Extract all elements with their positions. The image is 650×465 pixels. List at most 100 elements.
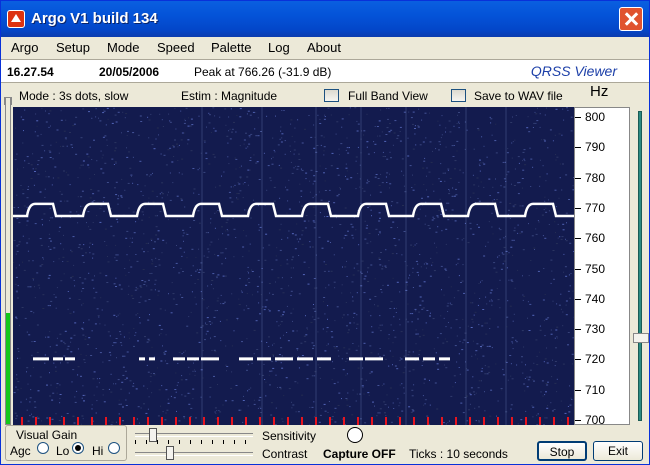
noise-streak xyxy=(405,107,407,425)
signal-dot-720 xyxy=(297,357,313,361)
time-marker xyxy=(357,417,359,425)
time-marker xyxy=(133,417,135,425)
signal-dot-720 xyxy=(53,357,63,361)
visual-gain-group: Visual Gain Agc Lo Hi xyxy=(5,425,127,461)
signal-dot-720 xyxy=(349,357,363,361)
scale-tick-label: 730 xyxy=(585,322,606,337)
time-marker xyxy=(35,417,37,425)
exit-button[interactable]: Exit xyxy=(593,441,643,461)
menu-mode[interactable]: Mode xyxy=(107,40,140,55)
scale-tick-label: 790 xyxy=(585,140,606,155)
app-window: Argo V1 build 134 Argo Setup Mode Speed … xyxy=(0,0,650,465)
signal-dot-720 xyxy=(149,357,155,361)
time-marker xyxy=(301,417,303,425)
scale-tick-mark xyxy=(575,177,581,179)
time-marker xyxy=(427,417,429,425)
unit-label: Hz xyxy=(590,83,609,100)
status-line: 16.27.54 20/05/2006 Peak at 766.26 (-31.… xyxy=(1,59,649,83)
scale-tick-mark xyxy=(575,389,581,391)
time-marker xyxy=(147,417,149,425)
time-marker xyxy=(77,417,79,425)
time-marker xyxy=(63,417,65,425)
signal-dot-720 xyxy=(33,357,49,361)
noise-streak xyxy=(360,107,362,425)
scale-tick-label: 780 xyxy=(585,170,606,185)
lo-label: Lo xyxy=(56,444,70,458)
save-wav-label: Save to WAV file xyxy=(474,89,563,103)
close-button[interactable] xyxy=(619,7,643,31)
scale-tick-mark xyxy=(575,359,581,361)
time-marker xyxy=(91,417,93,425)
time-marker xyxy=(413,417,415,425)
save-wav-checkbox[interactable] xyxy=(451,89,466,102)
vertical-slider-track[interactable] xyxy=(638,111,642,421)
time-marker xyxy=(553,417,555,425)
contrast-slider-thumb[interactable] xyxy=(166,446,174,460)
time-marker xyxy=(567,417,569,425)
time-marker xyxy=(539,417,541,425)
time-marker xyxy=(273,417,275,425)
time-marker xyxy=(119,417,121,425)
scale-tick-mark xyxy=(575,329,581,331)
signal-dot-720 xyxy=(187,357,199,361)
title-bar[interactable]: Argo V1 build 134 xyxy=(1,1,649,37)
menu-setup[interactable]: Setup xyxy=(56,40,90,55)
time-marker xyxy=(189,417,191,425)
time-marker xyxy=(399,417,401,425)
signal-dot-720 xyxy=(365,357,383,361)
app-logo-icon xyxy=(7,10,25,28)
menu-about[interactable]: About xyxy=(307,40,341,55)
signal-dot-720 xyxy=(275,357,293,361)
peak-readout: Peak at 766.26 (-31.9 dB) xyxy=(194,65,332,79)
signal-dot-720 xyxy=(257,357,271,361)
mode-label: Mode : 3s dots, slow xyxy=(19,89,129,103)
scale-tick-mark xyxy=(575,238,581,240)
time-marker xyxy=(455,417,457,425)
time-marker xyxy=(343,417,345,425)
hi-radio[interactable] xyxy=(108,442,120,454)
ticks-label: Ticks : 10 seconds xyxy=(409,447,508,461)
agc-label: Agc xyxy=(10,444,31,458)
waterfall-canvas xyxy=(13,107,574,425)
app-name-label: QRSS Viewer xyxy=(530,63,617,79)
scale-tick-label: 760 xyxy=(585,231,606,246)
time-marker xyxy=(231,417,233,425)
menu-palette[interactable]: Palette xyxy=(211,40,251,55)
full-band-view-label: Full Band View xyxy=(348,89,428,103)
waterfall-background xyxy=(13,107,574,425)
menu-log[interactable]: Log xyxy=(268,40,290,55)
signal-dot-720 xyxy=(239,357,253,361)
date-readout: 20/05/2006 xyxy=(99,65,160,79)
frequency-scale: 800 790 780 770 760 750 740 730 720 710 700 xyxy=(574,107,630,427)
contrast-slider-track[interactable] xyxy=(135,452,253,456)
time-marker xyxy=(161,417,163,425)
signal-dot-720 xyxy=(173,357,185,361)
scale-tick-mark xyxy=(575,207,581,209)
agc-radio[interactable] xyxy=(37,442,49,454)
noise-streak xyxy=(505,107,507,425)
time-marker xyxy=(469,417,471,425)
time-marker xyxy=(105,417,107,425)
menu-speed[interactable]: Speed xyxy=(157,40,195,55)
waterfall-display[interactable] xyxy=(13,107,574,425)
stop-button[interactable]: Stop xyxy=(537,441,587,461)
lo-radio[interactable] xyxy=(72,442,84,454)
sensitivity-knob[interactable] xyxy=(347,427,363,443)
control-bar: Visual Gain Agc Lo Hi Sensitivity Contra… xyxy=(1,425,649,465)
hi-label: Hi xyxy=(92,444,104,458)
time-marker xyxy=(371,417,373,425)
time-marker xyxy=(483,417,485,425)
menu-argo[interactable]: Argo xyxy=(11,40,38,55)
time-marker xyxy=(511,417,513,425)
level-meter xyxy=(5,97,11,425)
full-band-view-checkbox[interactable] xyxy=(324,89,339,102)
scale-tick-label: 770 xyxy=(585,200,606,215)
time-marker xyxy=(49,417,51,425)
time-marker xyxy=(21,417,23,425)
sensitivity-slider-thumb[interactable] xyxy=(149,428,157,442)
scale-tick-label: 800 xyxy=(585,110,606,125)
scale-tick-mark xyxy=(575,419,581,421)
contrast-label: Contrast xyxy=(262,447,308,461)
vertical-slider-thumb[interactable] xyxy=(633,333,649,343)
time-marker xyxy=(441,417,443,425)
